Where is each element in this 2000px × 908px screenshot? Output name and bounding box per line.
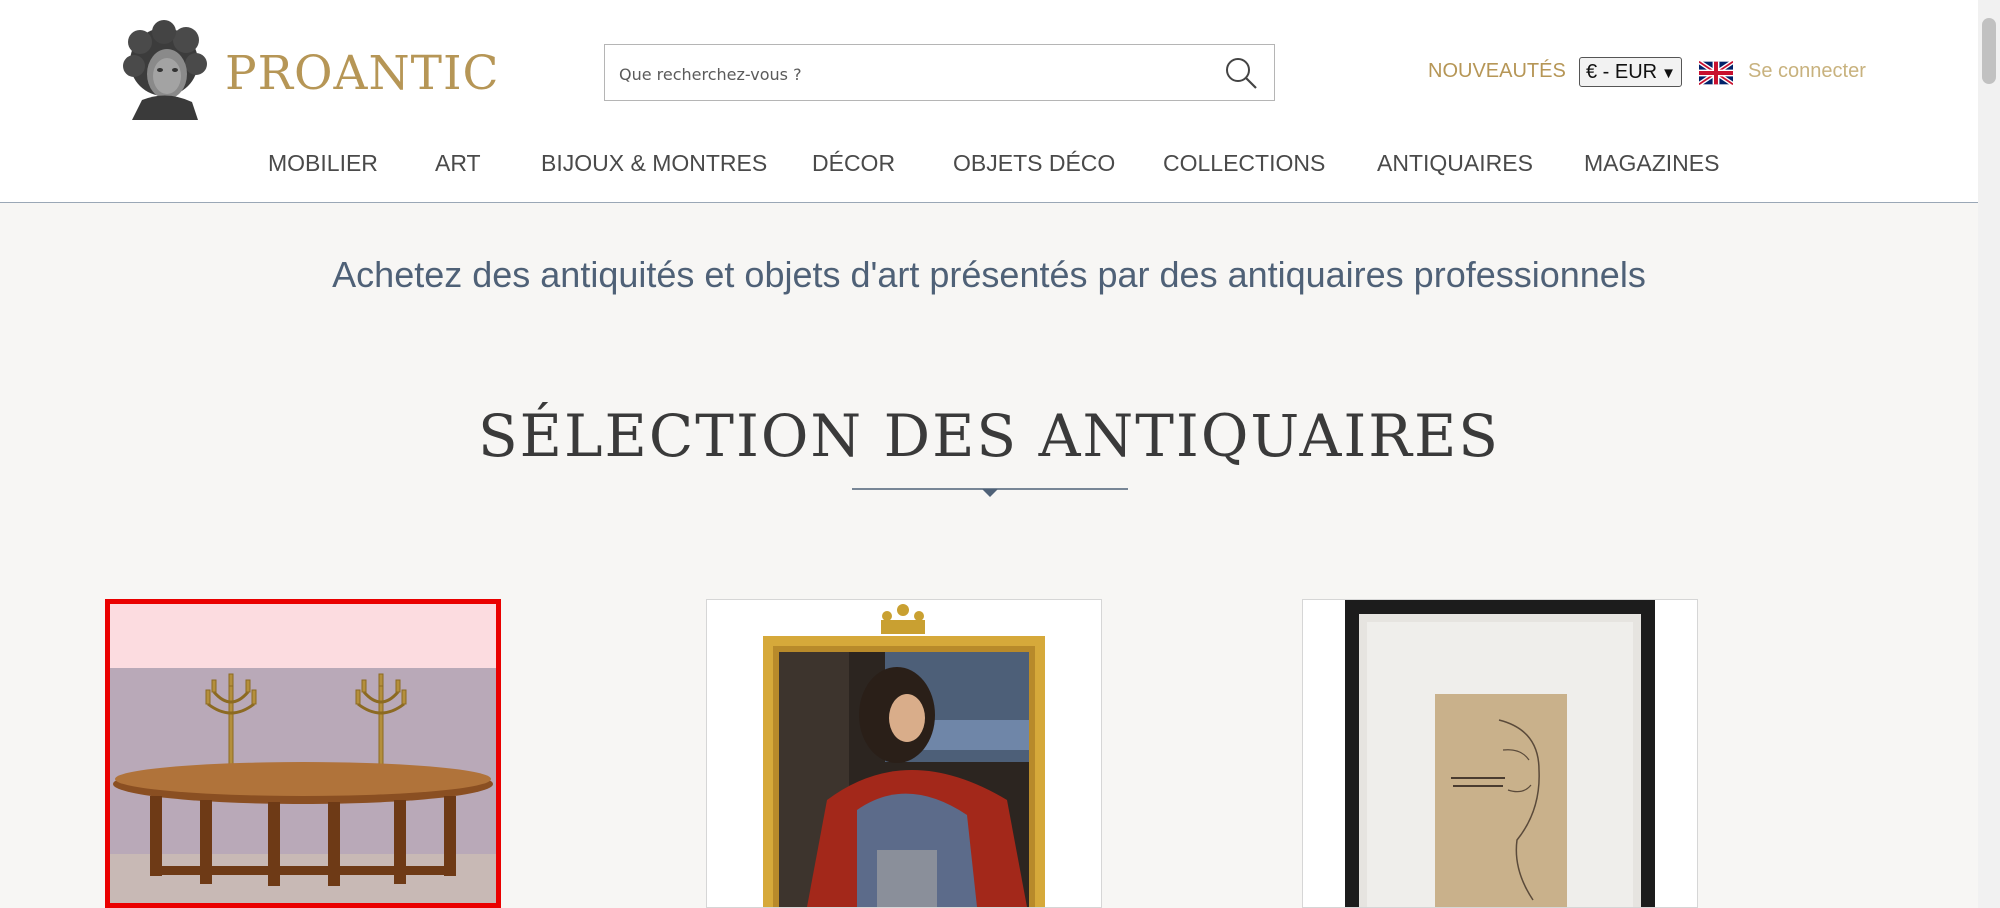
product-card-table[interactable] xyxy=(105,599,501,908)
uk-flag-icon[interactable] xyxy=(1699,61,1733,85)
page-scrollbar[interactable] xyxy=(1978,0,2000,908)
nav-item-objets-deco[interactable]: OBJETS DÉCO xyxy=(953,150,1115,177)
nav-item-decor[interactable]: DÉCOR xyxy=(812,150,895,177)
search-input[interactable] xyxy=(617,57,1181,91)
search-box xyxy=(604,44,1275,101)
scrollbar-thumb[interactable] xyxy=(1982,18,1996,84)
main-nav: MOBILIER ART BIJOUX & MONTRES DÉCOR OBJE… xyxy=(0,150,1978,180)
login-link[interactable]: Se connecter xyxy=(1748,60,1866,83)
currency-selected-value: € - EUR xyxy=(1586,61,1658,83)
nav-item-collections[interactable]: COLLECTIONS xyxy=(1163,150,1325,177)
product-image-portrait xyxy=(707,600,1101,907)
section-title: SÉLECTION DES ANTIQUAIRES xyxy=(477,402,1501,470)
search-icon[interactable] xyxy=(1224,56,1258,90)
product-card-portrait[interactable] xyxy=(706,599,1102,908)
title-divider xyxy=(852,488,1128,497)
nav-item-antiquaires[interactable]: ANTIQUAIRES xyxy=(1377,150,1533,177)
logo-bust-icon[interactable] xyxy=(112,20,212,122)
product-image-drawing xyxy=(1303,600,1697,907)
chevron-down-icon: ▼ xyxy=(1661,65,1676,82)
nav-item-art[interactable]: ART xyxy=(435,150,481,177)
tagline: Achetez des antiquités et objets d'art p… xyxy=(332,254,1646,295)
nouveautes-link[interactable]: NOUVEAUTÉS xyxy=(1428,60,1566,83)
nav-item-magazines[interactable]: MAGAZINES xyxy=(1584,150,1719,177)
product-image-table xyxy=(110,604,496,903)
site-header: PROANTIC NOUVEAUTÉS € - EUR ▼ Se connect… xyxy=(0,0,1978,203)
nav-item-bijoux-montres[interactable]: BIJOUX & MONTRES xyxy=(541,150,767,177)
nav-item-mobilier[interactable]: MOBILIER xyxy=(268,150,378,177)
product-card-drawing[interactable] xyxy=(1302,599,1698,908)
currency-select[interactable]: € - EUR ▼ xyxy=(1579,57,1682,87)
logo-text[interactable]: PROANTIC xyxy=(225,46,500,101)
